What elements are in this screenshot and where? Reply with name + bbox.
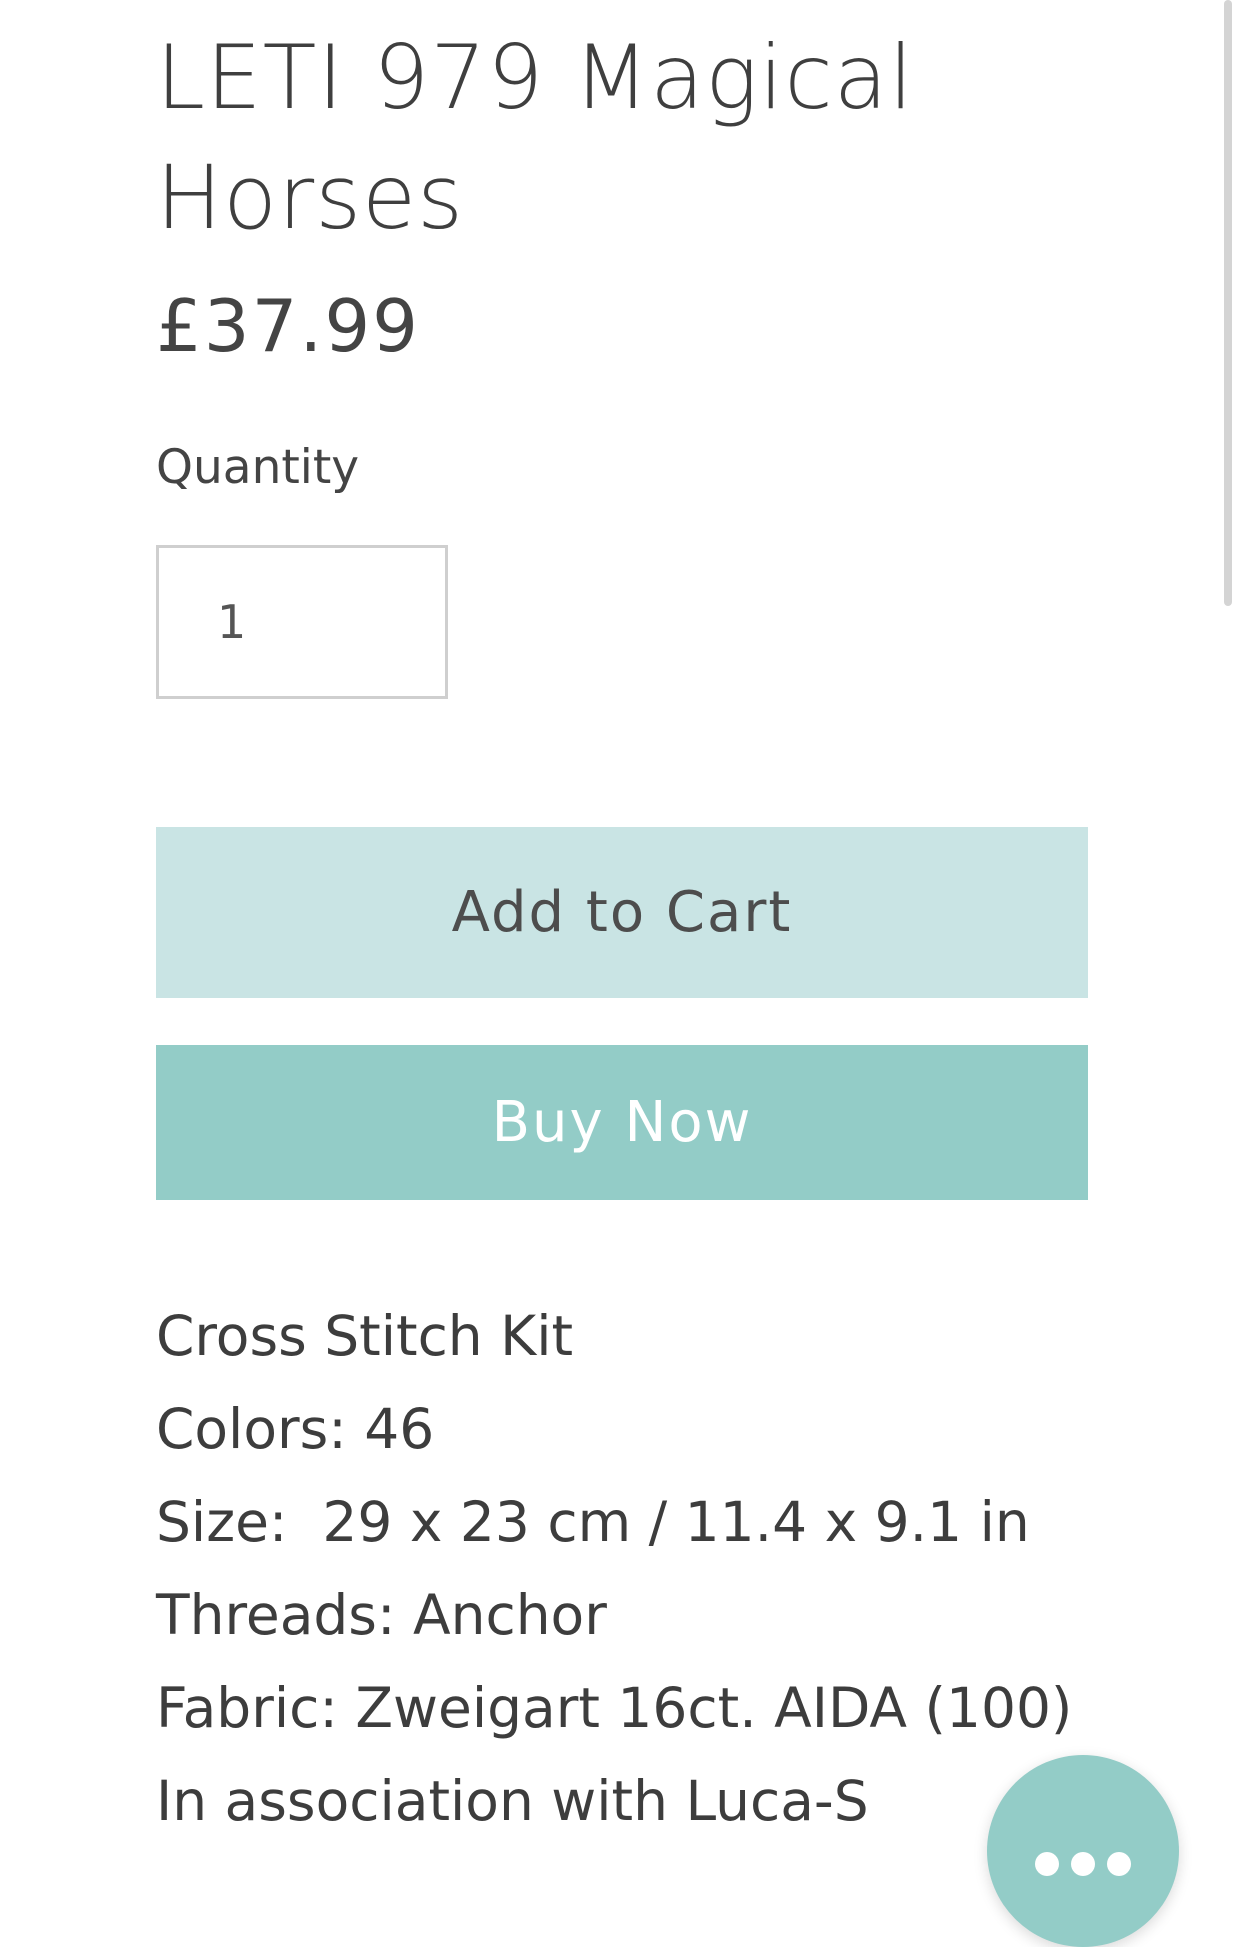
description-line: Threads: Anchor	[156, 1583, 607, 1647]
description-line: Cross Stitch Kit	[156, 1304, 574, 1368]
product-description: Cross Stitch Kit Colors: 46 Size: 29 x 2…	[156, 1290, 1088, 1848]
scrollbar[interactable]	[1224, 0, 1232, 606]
chat-button[interactable]	[987, 1755, 1179, 1947]
description-line: Fabric: Zweigart 16ct. AIDA (100)	[156, 1676, 1073, 1740]
description-line: In association with Luca-S	[156, 1769, 869, 1833]
description-line: Colors: 46	[156, 1397, 435, 1461]
description-line: Size: 29 x 23 cm / 11.4 x 9.1 in	[156, 1490, 1030, 1554]
product-details: LETI 979 Magical Horses £37.99 Quantity …	[156, 0, 1088, 1833]
add-to-cart-button[interactable]: Add to Cart	[156, 827, 1088, 998]
product-price: £37.99	[156, 284, 420, 368]
buy-now-button[interactable]: Buy Now	[156, 1045, 1088, 1200]
product-title: LETI 979 Magical Horses	[156, 26, 915, 249]
quantity-input[interactable]	[156, 545, 448, 699]
more-dots-icon	[1035, 1852, 1131, 1876]
quantity-label: Quantity	[156, 440, 360, 495]
